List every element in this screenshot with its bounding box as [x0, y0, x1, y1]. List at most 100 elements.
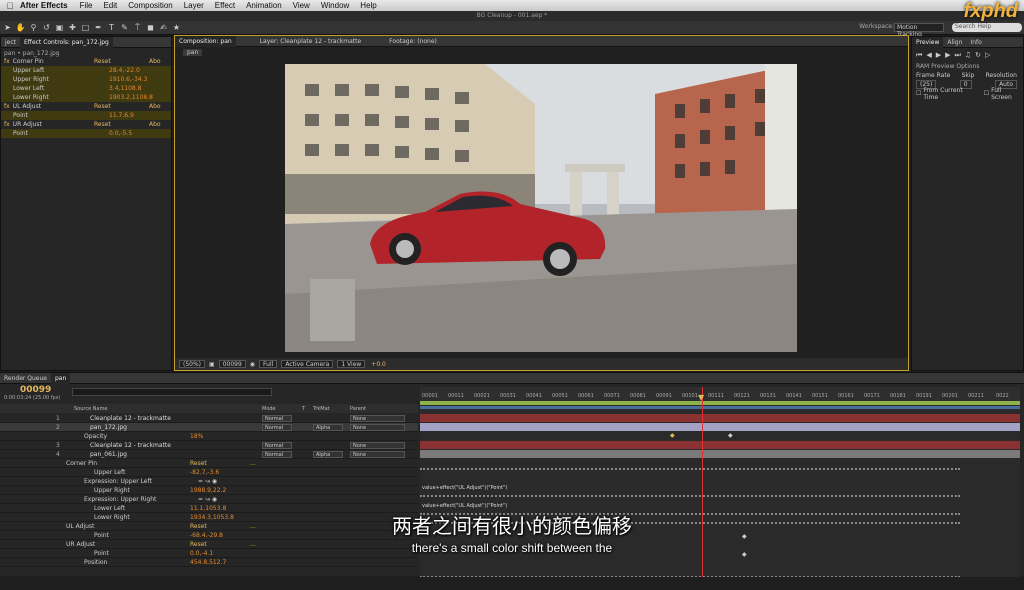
search-help-input[interactable]: Search Help: [952, 23, 1022, 32]
tab-render-queue[interactable]: Render Queue: [0, 375, 51, 382]
tab-effect-controls[interactable]: Effect Controls: pan_172.jpg: [20, 36, 113, 48]
workspace-select[interactable]: Motion Tracking: [894, 23, 944, 38]
from-current-checkbox[interactable]: ☐: [916, 90, 921, 97]
param-value[interactable]: 3.4,1108.8: [109, 85, 141, 92]
menu-file[interactable]: File: [80, 1, 93, 10]
composition-frame[interactable]: [285, 64, 797, 352]
keyframe-icon[interactable]: ◆: [670, 432, 675, 439]
header-trkmat[interactable]: TrkMat: [313, 406, 330, 412]
param-value[interactable]: 0.0,-5.5: [109, 130, 132, 137]
ram-preview-icon[interactable]: ▷: [985, 51, 994, 59]
mask-tool-icon[interactable]: □: [80, 23, 91, 33]
layer-row[interactable]: 4 pan_061.jpg Normal Alpha None: [0, 450, 418, 459]
expression-text-ur[interactable]: value+effect("UL Adjust")("Point"): [422, 503, 507, 509]
param-value[interactable]: 28.4,-22.0: [109, 67, 140, 74]
tab-layer[interactable]: Layer: Cleanplate 12 - trackmatte: [256, 38, 365, 45]
ram-preview-options[interactable]: RAM Preview Options: [912, 62, 1023, 71]
rotate-tool-icon[interactable]: ↺: [41, 23, 52, 33]
reset-link[interactable]: Reset: [94, 121, 111, 128]
time-navigator[interactable]: [420, 406, 1020, 409]
param-value[interactable]: 1903.2,1108.8: [109, 94, 153, 101]
header-source-name[interactable]: Source Name: [74, 406, 108, 412]
tab-footage[interactable]: Footage: (none): [385, 38, 441, 45]
layer-row[interactable]: 3 Cleanplate 12 - trackmatte Normal None: [0, 441, 418, 450]
play-icon[interactable]: ▶: [936, 51, 945, 59]
header-parent[interactable]: Parent: [350, 406, 366, 412]
about-link[interactable]: Abo: [149, 103, 161, 110]
tab-project[interactable]: ject: [1, 39, 20, 46]
menu-layer[interactable]: Layer: [184, 1, 204, 10]
header-t[interactable]: T: [302, 406, 305, 412]
expression-controls-icon[interactable]: = ↝ ◉: [198, 496, 217, 503]
hand-tool-icon[interactable]: ✋: [15, 23, 26, 33]
layer-row[interactable]: 2 pan_172.jpg Normal Alpha None: [0, 423, 418, 432]
safe-zones-icon[interactable]: ▣: [209, 361, 215, 368]
next-frame-icon[interactable]: ▶: [945, 51, 954, 59]
keyframe-track[interactable]: [420, 495, 960, 497]
zoom-select[interactable]: (50%): [179, 360, 206, 368]
roto-brush-icon[interactable]: ✍: [158, 23, 169, 33]
keyframe-track[interactable]: [420, 576, 960, 577]
reset-link[interactable]: Reset: [94, 58, 111, 65]
expression-row[interactable]: Expression: Upper Right = ↝ ◉: [0, 495, 418, 504]
effect-ul-adjust[interactable]: fx UL Adjust Reset Abo: [1, 102, 171, 111]
fx-icon[interactable]: fx: [4, 103, 10, 110]
tab-timeline-pan[interactable]: pan: [50, 372, 71, 384]
selection-tool-icon[interactable]: ➤: [2, 23, 13, 33]
layer-bar-cleanplate-1[interactable]: [420, 414, 1020, 422]
tab-info[interactable]: Info: [966, 39, 985, 46]
resolution-select[interactable]: Full: [259, 360, 278, 368]
layer-bar-cleanplate-3[interactable]: [420, 441, 1020, 449]
work-area-bar[interactable]: [420, 401, 1020, 405]
property-row[interactable]: Position 454.8,512.7: [0, 558, 418, 567]
views-select[interactable]: 1 View: [337, 360, 366, 368]
tab-composition[interactable]: Composition: pan: [175, 35, 236, 47]
menu-animation[interactable]: Animation: [246, 1, 282, 10]
full-screen-checkbox[interactable]: ☐: [984, 90, 989, 97]
property-row[interactable]: Upper Left -82.7,-3.6: [0, 468, 418, 477]
menu-edit[interactable]: Edit: [103, 1, 117, 10]
tab-preview[interactable]: Preview: [912, 36, 944, 48]
header-mode[interactable]: Mode: [262, 406, 276, 412]
exposure-value[interactable]: +0.0: [371, 361, 386, 368]
param-lower-left[interactable]: Lower Left 3.4,1108.8: [1, 84, 171, 93]
expression-controls-icon[interactable]: = ↝ ◉: [198, 478, 217, 485]
camera-tool-icon[interactable]: ▣: [54, 23, 65, 33]
param-value[interactable]: 11.7,6.9: [109, 112, 134, 119]
puppet-tool-icon[interactable]: ★: [171, 23, 182, 33]
property-row[interactable]: Opacity 18%: [0, 432, 418, 441]
param-ur-point[interactable]: Point 0.0,-5.5: [1, 129, 171, 138]
pan-behind-tool-icon[interactable]: ✚: [67, 23, 78, 33]
param-upper-right[interactable]: Upper Right 1910.6,-34.3: [1, 75, 171, 84]
effect-ur-adjust[interactable]: fx UR Adjust Reset Abo: [1, 120, 171, 129]
loop-icon[interactable]: ↻: [975, 51, 985, 59]
zoom-tool-icon[interactable]: ⚲: [28, 23, 39, 33]
clone-tool-icon[interactable]: ⍑: [132, 23, 143, 33]
reset-link[interactable]: Reset: [94, 103, 111, 110]
time-ruler[interactable]: 00001 00011 00021 00031 00041 00051 0006…: [420, 387, 1020, 401]
effect-row[interactable]: Corner Pin Reset ...: [0, 459, 418, 468]
menu-effect[interactable]: Effect: [215, 1, 235, 10]
layer-row[interactable]: 1 Cleanplate 12 - trackmatte Normal None: [0, 414, 418, 423]
menu-window[interactable]: Window: [321, 1, 349, 10]
comp-breadcrumb[interactable]: pan: [183, 49, 203, 56]
menu-view[interactable]: View: [293, 1, 310, 10]
snapshot-icon[interactable]: ◉: [250, 361, 255, 368]
camera-select[interactable]: Active Camera: [281, 360, 334, 368]
param-ul-point[interactable]: Point 11.7,6.9: [1, 111, 171, 120]
playback-controls[interactable]: ⏮ ◀ ▶ ▶ ⏭ ♫ ↻ ▷: [912, 48, 1023, 62]
type-tool-icon[interactable]: T: [106, 23, 117, 33]
apple-icon[interactable]: : [0, 1, 20, 11]
last-frame-icon[interactable]: ⏭: [954, 51, 964, 60]
about-link[interactable]: Abo: [149, 121, 161, 128]
timeline-search-input[interactable]: [72, 388, 272, 396]
brush-tool-icon[interactable]: ✎: [119, 23, 130, 33]
effect-corner-pin[interactable]: fx Corner Pin Reset Abo: [1, 57, 171, 66]
layer-bar-pan-172[interactable]: [420, 423, 1020, 431]
menu-help[interactable]: Help: [360, 1, 376, 10]
audio-icon[interactable]: ♫: [965, 51, 975, 59]
fx-icon[interactable]: fx: [4, 121, 10, 128]
about-link[interactable]: Abo: [149, 58, 161, 65]
current-frame[interactable]: 00099: [218, 360, 246, 368]
expression-text-ul[interactable]: value+effect("UL Adjust")("Point"): [422, 485, 507, 491]
